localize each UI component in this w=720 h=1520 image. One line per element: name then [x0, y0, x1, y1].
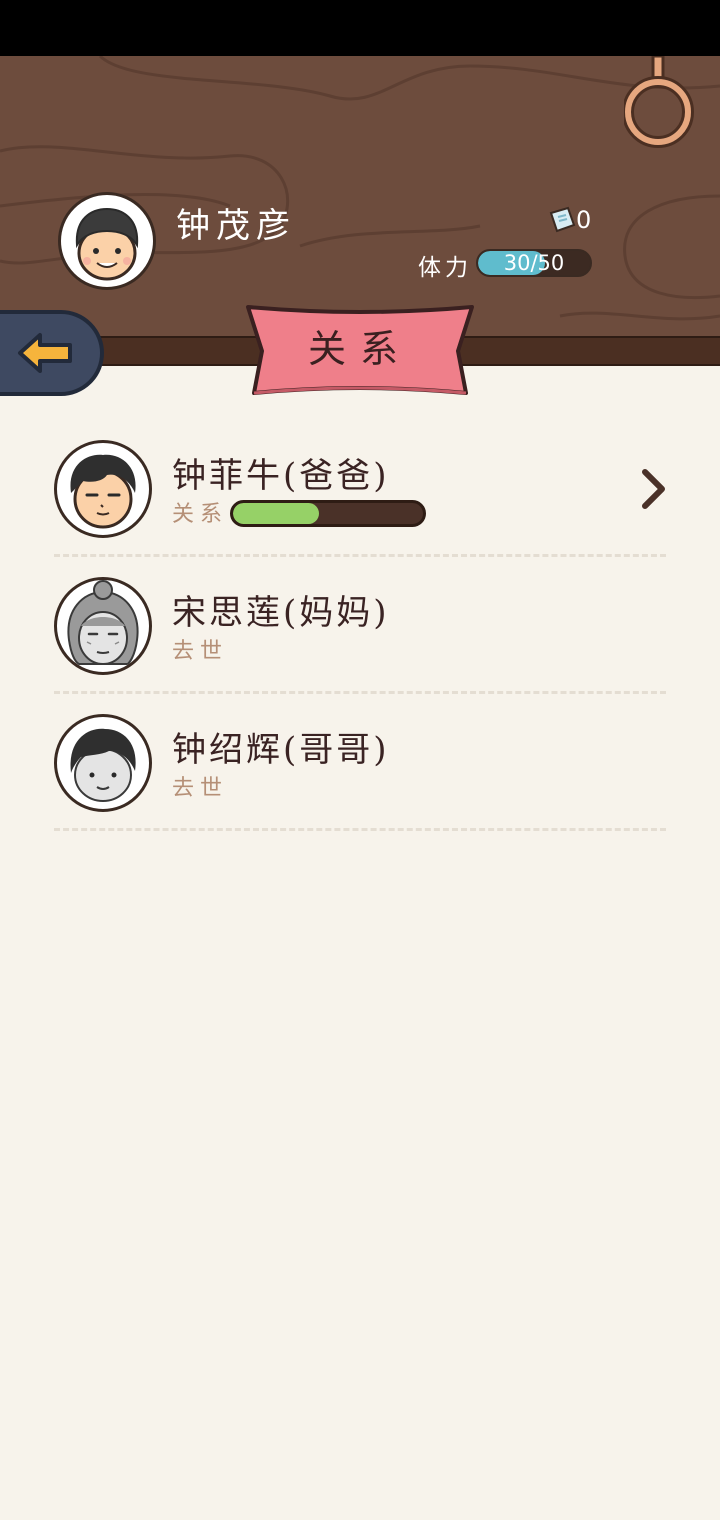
stamina-bar: 30/50 — [476, 249, 592, 277]
relation-status: 关系 — [172, 502, 229, 527]
relation-avatar — [54, 440, 152, 538]
ticket-icon — [549, 206, 576, 233]
stamina-text: 30/50 — [503, 251, 565, 275]
relationship-bar — [230, 500, 426, 527]
back-arrow-icon — [18, 333, 72, 373]
father-face-icon — [70, 454, 136, 529]
relation-row[interactable]: 钟菲牛(爸爸) 关系 — [54, 420, 666, 557]
status-bar — [0, 0, 720, 56]
player-name: 钟茂彦 — [176, 206, 296, 246]
ticket-count: 0 — [576, 206, 592, 234]
brother-face-icon — [70, 728, 136, 802]
relation-name: 宋思莲(妈妈) — [172, 593, 390, 633]
relation-name: 钟菲牛(爸爸) — [172, 456, 390, 496]
hook-icon — [624, 56, 694, 148]
page-title: 关系 — [307, 327, 412, 371]
relation-status: 去世 — [172, 639, 229, 664]
relation-avatar — [54, 714, 152, 812]
relation-avatar — [54, 577, 152, 675]
relation-row[interactable]: 宋思莲(妈妈) 去世 — [54, 557, 666, 694]
relation-row[interactable]: 钟绍辉(哥哥) 去世 — [54, 694, 666, 831]
relation-name: 钟绍辉(哥哥) — [172, 730, 390, 770]
back-button[interactable] — [0, 310, 104, 396]
player-avatar[interactable] — [58, 192, 156, 290]
relation-status: 去世 — [172, 776, 229, 801]
row-divider — [54, 828, 666, 831]
player-face-icon — [75, 207, 139, 281]
relationship-fill — [233, 503, 319, 524]
mother-face-icon — [67, 580, 139, 665]
stamina-label: 体力 — [418, 255, 472, 281]
chevron-right-icon[interactable] — [638, 468, 668, 510]
